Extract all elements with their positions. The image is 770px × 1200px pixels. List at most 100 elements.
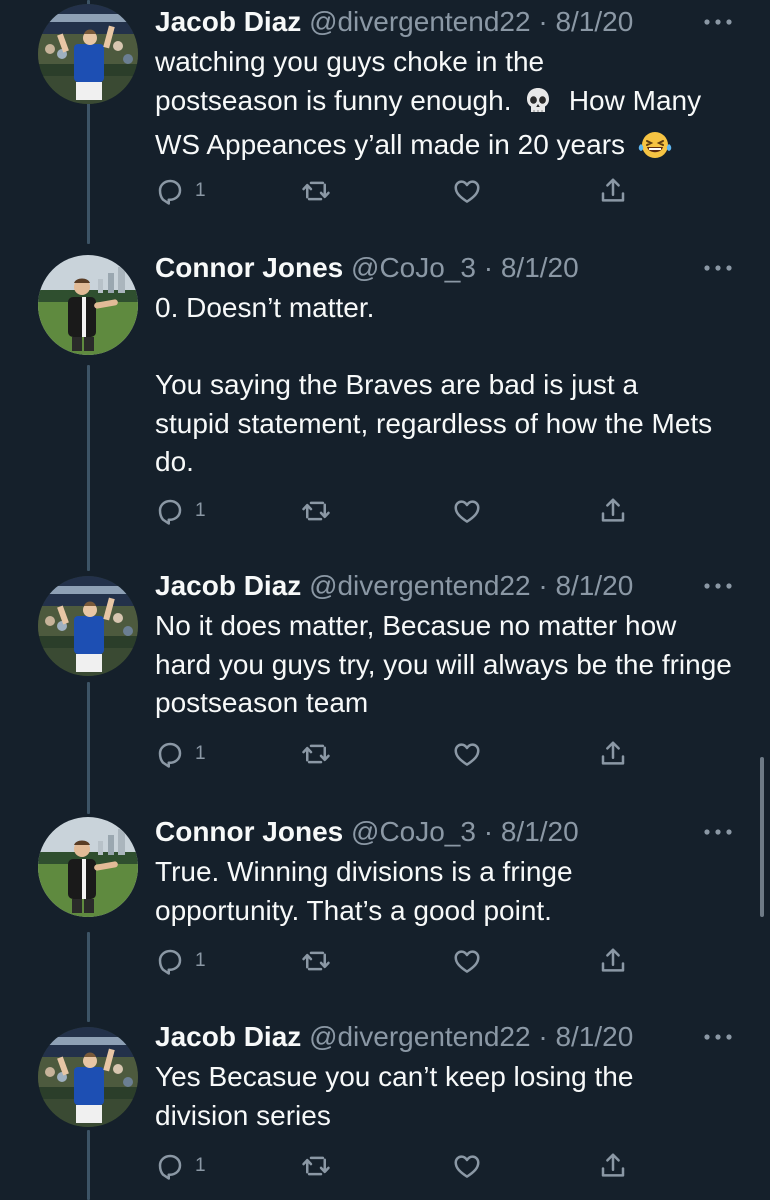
scrollbar[interactable] bbox=[760, 757, 764, 917]
share-icon bbox=[598, 1151, 628, 1181]
reply-icon bbox=[155, 1151, 185, 1181]
timestamp[interactable]: 8/1/20 bbox=[555, 1021, 633, 1052]
thread-line bbox=[87, 932, 90, 1022]
retweet-icon bbox=[299, 946, 333, 976]
more-icon[interactable] bbox=[698, 256, 738, 280]
tweet-header: Jacob Diaz @divergentend22 · 8/1/20 bbox=[155, 568, 633, 604]
timestamp[interactable]: 8/1/20 bbox=[555, 6, 633, 37]
display-name[interactable]: Jacob Diaz bbox=[155, 1021, 301, 1052]
display-name[interactable]: Connor Jones bbox=[155, 252, 343, 283]
retweet-icon bbox=[299, 739, 333, 769]
like-icon bbox=[452, 496, 482, 526]
reply-icon bbox=[155, 176, 185, 206]
avatar[interactable] bbox=[38, 4, 138, 104]
like-icon bbox=[452, 176, 482, 206]
tweet-text: No it does matter, Becasue no matter how… bbox=[155, 610, 732, 718]
timestamp[interactable]: 8/1/20 bbox=[501, 252, 579, 283]
share-icon bbox=[598, 946, 628, 976]
separator: · bbox=[483, 252, 494, 283]
like-button[interactable] bbox=[452, 491, 482, 531]
separator: · bbox=[538, 570, 548, 601]
reply-button[interactable]: 1 bbox=[155, 491, 206, 531]
retweet-icon bbox=[299, 1151, 333, 1181]
tweet-text: True. Winning divisions is a fringe oppo… bbox=[155, 856, 573, 926]
retweet-button[interactable] bbox=[299, 941, 333, 981]
reply-button[interactable]: 1 bbox=[155, 1146, 206, 1186]
display-name[interactable]: Jacob Diaz bbox=[155, 6, 301, 37]
user-handle[interactable]: @divergentend22 bbox=[309, 6, 530, 37]
thread-line bbox=[87, 102, 90, 244]
share-button[interactable] bbox=[598, 171, 628, 211]
user-handle[interactable]: @divergentend22 bbox=[309, 570, 530, 601]
share-icon bbox=[598, 496, 628, 526]
thread-line bbox=[87, 1130, 90, 1200]
timestamp[interactable]: 8/1/20 bbox=[555, 570, 633, 601]
retweet-icon bbox=[299, 496, 333, 526]
display-name[interactable]: Jacob Diaz bbox=[155, 570, 301, 601]
tweet-text-paragraph: 0. Doesn’t matter. bbox=[155, 292, 375, 323]
like-icon bbox=[452, 739, 482, 769]
tweet-header: Connor Jones @CoJo_3 · 8/1/20 bbox=[155, 814, 579, 850]
tweet-actions: 1 bbox=[155, 941, 755, 981]
tweet-text-line: WS Appeances y’all made in 20 years bbox=[155, 126, 755, 171]
retweet-button[interactable] bbox=[299, 491, 333, 531]
more-icon[interactable] bbox=[698, 574, 738, 598]
reply-button[interactable]: 1 bbox=[155, 171, 206, 211]
like-button[interactable] bbox=[452, 941, 482, 981]
avatar[interactable] bbox=[38, 1027, 138, 1127]
tweet-header: Jacob Diaz @divergentend22 · 8/1/20 bbox=[155, 1019, 633, 1055]
avatar[interactable] bbox=[38, 255, 138, 355]
separator: · bbox=[538, 6, 548, 37]
reply-count: 1 bbox=[195, 950, 206, 971]
share-icon bbox=[598, 176, 628, 206]
more-icon[interactable] bbox=[698, 10, 738, 34]
separator: · bbox=[483, 816, 494, 847]
avatar[interactable] bbox=[38, 576, 138, 676]
tweet-text-line: watching you guys choke in the bbox=[155, 46, 545, 77]
tweet-text-line: postseason is funny enough. How Many bbox=[155, 82, 755, 127]
user-handle[interactable]: @CoJo_3 bbox=[351, 816, 476, 847]
retweet-button[interactable] bbox=[299, 1146, 333, 1186]
share-icon bbox=[598, 739, 628, 769]
reply-icon bbox=[155, 946, 185, 976]
user-handle[interactable]: @divergentend22 bbox=[309, 1021, 530, 1052]
thread-line bbox=[87, 682, 90, 814]
tweet-actions: 1 bbox=[155, 491, 755, 531]
more-icon[interactable] bbox=[698, 1025, 738, 1049]
reply-count: 1 bbox=[195, 1155, 206, 1176]
tweet-text-paragraph: You saying the Braves are bad is just a … bbox=[155, 369, 713, 477]
tweet-text-segment: WS Appeances y’all made in 20 years bbox=[155, 129, 626, 160]
display-name[interactable]: Connor Jones bbox=[155, 816, 343, 847]
user-handle[interactable]: @CoJo_3 bbox=[351, 252, 476, 283]
tweet-text: 0. Doesn’t matter. You saying the Braves… bbox=[155, 289, 715, 482]
retweet-button[interactable] bbox=[299, 734, 333, 774]
like-icon bbox=[452, 946, 482, 976]
tweet-text: Yes Becasue you can’t keep losing the di… bbox=[155, 1061, 634, 1131]
retweet-button[interactable] bbox=[299, 171, 333, 211]
skull-emoji-icon bbox=[523, 86, 553, 127]
share-button[interactable] bbox=[598, 1146, 628, 1186]
share-button[interactable] bbox=[598, 491, 628, 531]
retweet-icon bbox=[299, 176, 333, 206]
timestamp[interactable]: 8/1/20 bbox=[501, 816, 579, 847]
more-icon[interactable] bbox=[698, 820, 738, 844]
reply-button[interactable]: 1 bbox=[155, 941, 206, 981]
like-button[interactable] bbox=[452, 734, 482, 774]
like-icon bbox=[452, 1151, 482, 1181]
reply-count: 1 bbox=[195, 180, 206, 201]
separator: · bbox=[538, 1021, 548, 1052]
tweet-actions: 1 bbox=[155, 1146, 755, 1186]
tweet-text-segment: How Many bbox=[568, 84, 702, 116]
tweet-text: watching you guys choke in the postseaso… bbox=[155, 43, 755, 171]
like-button[interactable] bbox=[452, 1146, 482, 1186]
thread-line bbox=[87, 365, 90, 571]
like-button[interactable] bbox=[452, 171, 482, 211]
share-button[interactable] bbox=[598, 941, 628, 981]
avatar[interactable] bbox=[38, 817, 138, 917]
reply-icon bbox=[155, 496, 185, 526]
tweet-header: Jacob Diaz @divergentend22 · 8/1/20 bbox=[155, 4, 633, 40]
reply-count: 1 bbox=[195, 500, 206, 521]
reply-button[interactable]: 1 bbox=[155, 734, 206, 774]
share-button[interactable] bbox=[598, 734, 628, 774]
laughing-emoji-icon bbox=[637, 130, 673, 171]
